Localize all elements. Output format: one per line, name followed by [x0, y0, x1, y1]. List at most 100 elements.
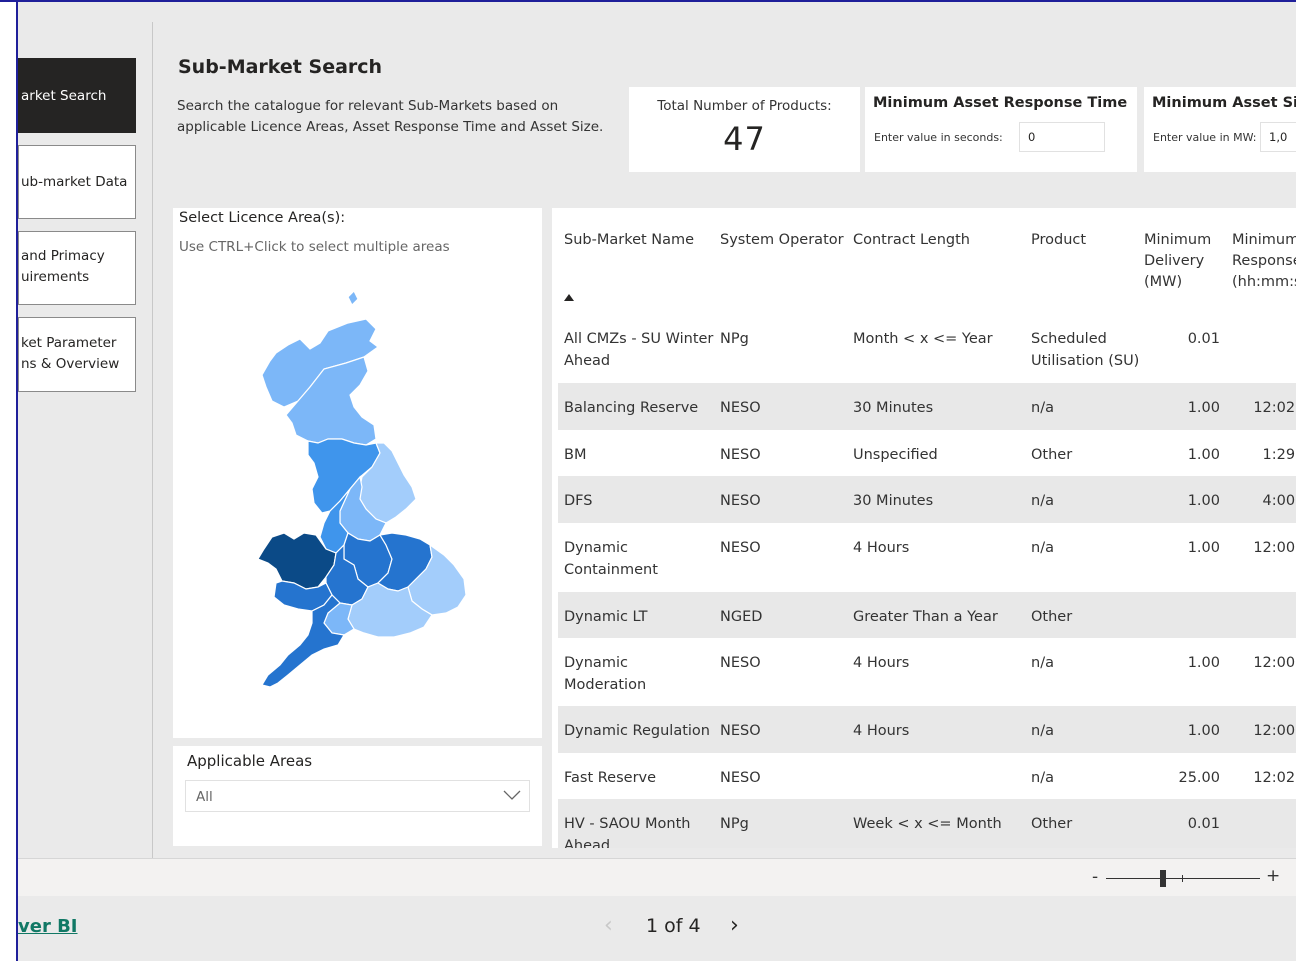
response-time-hint: Enter value in seconds:: [874, 131, 1003, 144]
column-header-product[interactable]: Product: [1031, 230, 1086, 251]
column-header-response[interactable]: Minimum Response (hh:mm:s: [1232, 230, 1296, 293]
table-row[interactable]: BM NESO Unspecified Other 1.00 1:29:: [558, 430, 1296, 476]
nav-button-market-parameters[interactable]: ket Parameter ns & Overview: [18, 317, 136, 392]
header-line: Delivery: [1144, 253, 1205, 269]
cell-delivery: 1.00: [1187, 540, 1220, 556]
table-row[interactable]: Dynamic Moderation NESO 4 Hours n/a 1.00 12:0…: [558, 638, 1296, 706]
cell-delivery: 1.00: [1187, 400, 1220, 416]
report-viewer: arket Search ub-market Data and Primacy …: [0, 0, 1296, 961]
total-products-value: 47: [723, 120, 766, 158]
table-row[interactable]: Dynamic Regulation NESO 4 Hours n/a 1.00 12:0…: [558, 706, 1296, 753]
sub-market-table: Sub-Market Name System Operator Contract…: [552, 208, 1296, 848]
total-products-card: Total Number of Products: 47: [629, 87, 860, 172]
cell-product: Other: [1031, 609, 1073, 625]
cell-response: 12:00:: [1253, 723, 1296, 739]
window-border: [0, 0, 1296, 2]
cell-contract: 30 Minutes: [853, 493, 934, 509]
column-header-delivery[interactable]: Minimum Delivery (MW): [1144, 230, 1211, 293]
nav-button-label: uirements: [21, 269, 90, 285]
cell-delivery: 1.00: [1187, 447, 1220, 463]
page-description: Search the catalogue for relevant Sub-Ma…: [177, 98, 604, 135]
asset-size-card: Minimum Asset Siz Enter value in MW: 1,0: [1144, 87, 1296, 172]
table-row[interactable]: DFS NESO 30 Minutes n/a 1.00 4:00:: [558, 476, 1296, 523]
column-header-name[interactable]: Sub-Market Name: [564, 230, 694, 251]
cell-name: Balancing Reserve: [564, 400, 699, 416]
cell-product: n/a: [1031, 400, 1054, 416]
cell-product: Scheduled Utilisation (SU): [1031, 331, 1140, 369]
nav-button-market-search[interactable]: arket Search: [18, 58, 136, 133]
applicable-areas-panel: Applicable Areas All: [173, 746, 542, 846]
cell-operator: NESO: [720, 770, 761, 786]
cell-response: 12:02:: [1253, 400, 1296, 416]
cell-name: DFS: [564, 493, 593, 509]
cell-response: 12:00:: [1253, 655, 1296, 671]
chevron-down-icon: [503, 790, 521, 800]
header-line: (MW): [1144, 274, 1183, 290]
cell-operator: NPg: [720, 331, 749, 347]
sort-ascending-icon[interactable]: [564, 294, 574, 301]
zoom-slider-track[interactable]: [1106, 878, 1260, 879]
table-row[interactable]: Dynamic LT NGED Greater Than a Year Other: [558, 592, 1296, 638]
cell-operator: NPg: [720, 816, 749, 832]
window-border: [16, 0, 18, 961]
cell-delivery: 1.00: [1187, 655, 1220, 671]
cell-product: n/a: [1031, 770, 1054, 786]
cell-operator: NESO: [720, 540, 761, 556]
response-time-input[interactable]: 0: [1019, 122, 1105, 152]
cell-delivery: 0.01: [1187, 816, 1220, 832]
header-line: Response: [1232, 253, 1296, 269]
cell-delivery: 0.01: [1187, 331, 1220, 347]
zoom-slider-tick: [1182, 875, 1183, 882]
nav-button-label: ns & Overview: [21, 356, 120, 372]
next-page-icon[interactable]: ›: [730, 913, 739, 938]
cell-operator: NESO: [720, 447, 761, 463]
table-row[interactable]: All CMZs - SU Winter Ahead NPg Month < x <…: [558, 314, 1296, 383]
zoom-slider-thumb[interactable]: [1160, 870, 1166, 887]
page-title: Sub-Market Search: [178, 56, 383, 78]
cell-contract: 4 Hours: [853, 655, 910, 671]
uk-licence-area-map[interactable]: [228, 283, 488, 723]
cell-product: n/a: [1031, 655, 1054, 671]
cell-operator: NESO: [720, 400, 761, 416]
cell-name: Dynamic Regulation: [564, 723, 710, 739]
cell-contract: Greater Than a Year: [853, 609, 998, 625]
power-bi-link[interactable]: ver BI: [18, 916, 78, 937]
previous-page-icon[interactable]: ‹: [604, 913, 613, 938]
cell-delivery: 1.00: [1187, 493, 1220, 509]
nav-button-label: ket Parameter: [21, 335, 117, 351]
nav-button-sub-market-data[interactable]: ub-market Data: [18, 145, 136, 219]
cell-operator: NESO: [720, 655, 761, 671]
nav-button-label: arket Search: [21, 88, 107, 104]
table-row[interactable]: Dynamic Containment NESO 4 Hours n/a 1.00 12:…: [558, 523, 1296, 592]
table-row[interactable]: Fast Reserve NESO n/a 25.00 12:02:: [558, 753, 1296, 799]
table-row[interactable]: Balancing Reserve NESO 30 Minutes n/a 1.00 12…: [558, 383, 1296, 430]
footer: ver BI ‹ 1 of 4 ›: [18, 896, 1296, 961]
table-row[interactable]: HV - SAOU Month Ahead NPg Week < x <= Mont…: [558, 799, 1296, 848]
zoom-bar: - +: [18, 858, 1296, 896]
nav-button-label: and Primacy: [21, 248, 105, 264]
cell-contract: 30 Minutes: [853, 400, 934, 416]
cell-product: Other: [1031, 816, 1073, 832]
asset-size-title: Minimum Asset Siz: [1152, 95, 1296, 111]
applicable-areas-dropdown[interactable]: All: [185, 780, 530, 812]
page-indicator: 1 of 4: [646, 915, 701, 937]
map-hint: Use CTRL+Click to select multiple areas: [179, 239, 450, 255]
cell-contract: Week < x <= Month: [853, 816, 1002, 832]
zoom-out-button[interactable]: -: [1092, 867, 1098, 887]
nav-button-primacy-requirements[interactable]: and Primacy uirements: [18, 231, 136, 305]
header-line: Minimum: [1232, 232, 1296, 248]
cell-response: 4:00:: [1262, 493, 1296, 509]
cell-contract: 4 Hours: [853, 723, 910, 739]
cell-name: BM: [564, 447, 587, 463]
cell-product: n/a: [1031, 723, 1054, 739]
cell-name: Dynamic Moderation: [564, 655, 647, 693]
column-header-operator[interactable]: System Operator: [720, 230, 844, 251]
cell-operator: NESO: [720, 493, 761, 509]
cell-contract: 4 Hours: [853, 540, 910, 556]
cell-name: HV - SAOU Month Ahead: [564, 816, 691, 848]
response-time-title: Minimum Asset Response Time: [873, 95, 1128, 111]
asset-size-input[interactable]: 1,0: [1260, 122, 1296, 152]
column-header-contract[interactable]: Contract Length: [853, 230, 970, 251]
cell-product: n/a: [1031, 493, 1054, 509]
zoom-in-button[interactable]: +: [1266, 866, 1280, 886]
